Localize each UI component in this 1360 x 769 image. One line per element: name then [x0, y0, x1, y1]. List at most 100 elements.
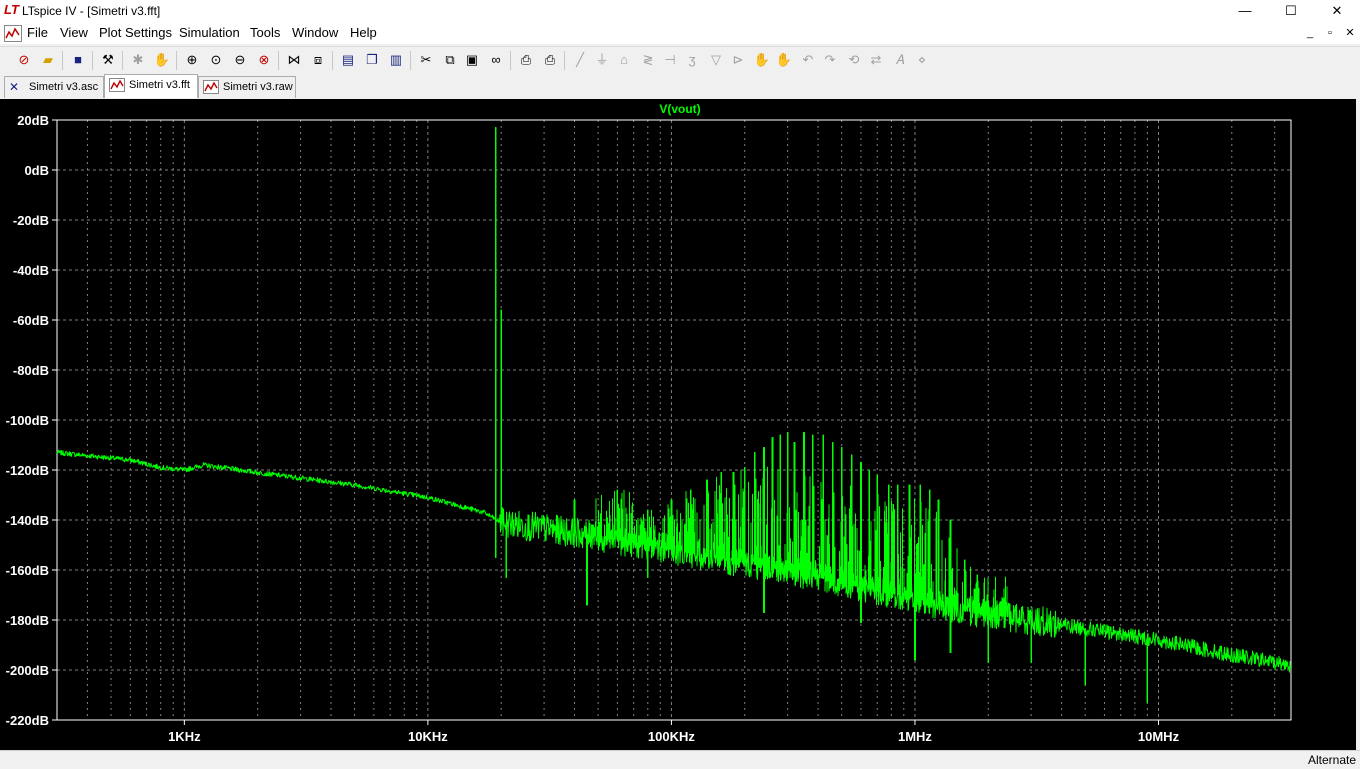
status-bar: Alternate: [0, 750, 1360, 769]
open-folder-icon[interactable]: ▰: [38, 51, 58, 69]
cascade-windows-icon[interactable]: ❐: [362, 51, 382, 69]
window-title: LTspice IV - [Simetri v3.fft]: [22, 4, 161, 18]
menu-view[interactable]: View: [60, 25, 88, 40]
menu-file[interactable]: File: [27, 25, 48, 40]
zoom-full-icon[interactable]: ⧈: [308, 51, 328, 69]
move-hand-icon[interactable]: ✋: [752, 51, 772, 69]
y-tick-label[interactable]: -180dB: [6, 613, 49, 628]
tile-vertical-icon[interactable]: ▥: [386, 51, 406, 69]
toolbar-separator: [176, 51, 177, 70]
diode-icon[interactable]: ▽: [706, 51, 726, 69]
plot-frame: [56, 119, 1292, 721]
y-tick-label[interactable]: -160dB: [6, 563, 49, 578]
y-tick-label[interactable]: -220dB: [6, 713, 49, 728]
y-tick-label[interactable]: -200dB: [6, 663, 49, 678]
trace-label-vout[interactable]: V(vout): [0, 102, 1360, 116]
ground-icon[interactable]: ⏚: [592, 51, 612, 69]
x-tick-label[interactable]: 100KHz: [648, 729, 695, 744]
y-tick-label[interactable]: -140dB: [6, 513, 49, 528]
toolbar-separator: [122, 51, 123, 70]
minimize-button[interactable]: —: [1222, 0, 1268, 22]
tab-simetri-fft[interactable]: Simetri v3.fft: [104, 74, 198, 98]
tab-label: Simetri v3.asc: [29, 81, 99, 93]
x-tick-label[interactable]: 10KHz: [408, 729, 448, 744]
menu-simulation[interactable]: Simulation: [179, 25, 240, 40]
toolbar-separator: [410, 51, 411, 70]
status-mode: Alternate: [1307, 753, 1356, 767]
menu-bar: File View Plot Settings Simulation Tools…: [0, 22, 1360, 44]
tile-horizontal-icon[interactable]: ▤: [338, 51, 358, 69]
x-tick-label[interactable]: 10MHz: [1138, 729, 1180, 744]
capacitor-icon[interactable]: ⊣: [660, 51, 680, 69]
undo-icon[interactable]: ↶: [798, 51, 818, 69]
toolbar-separator: [510, 51, 511, 70]
menu-plot-settings[interactable]: Plot Settings: [99, 25, 172, 40]
component-icon[interactable]: ⊳: [728, 51, 748, 69]
paste-icon[interactable]: ▣: [462, 51, 482, 69]
redo-icon[interactable]: ↷: [820, 51, 840, 69]
tab-label: Simetri v3.fft: [129, 79, 190, 91]
spice-directive-icon[interactable]: ⋄: [912, 51, 932, 69]
x-tick-label[interactable]: 1KHz: [168, 729, 201, 744]
copy-icon[interactable]: ⧉: [440, 51, 460, 69]
tab-simetri-raw[interactable]: Simetri v3.raw: [198, 76, 296, 98]
y-tick-label[interactable]: -80dB: [13, 363, 49, 378]
close-button[interactable]: ✕: [1314, 0, 1360, 22]
find-binoculars-icon[interactable]: ∞: [486, 51, 506, 69]
draw-wire-icon[interactable]: ╱: [570, 51, 590, 69]
y-tick-label[interactable]: -120dB: [6, 463, 49, 478]
grid: [57, 120, 1291, 720]
right-edge: [1356, 99, 1360, 750]
text-icon[interactable]: 𝐴: [890, 51, 910, 69]
y-tick-label[interactable]: 0dB: [24, 163, 49, 178]
mdi-close-button[interactable]: ✕: [1342, 26, 1358, 40]
zoom-in-icon[interactable]: ⊕: [182, 51, 202, 69]
menu-help[interactable]: Help: [350, 25, 377, 40]
save-icon[interactable]: ■: [68, 51, 88, 69]
halt-hand-icon[interactable]: ✋: [152, 51, 172, 69]
new-schematic-icon[interactable]: ⊘: [14, 51, 34, 69]
schematic-icon: ✕: [9, 80, 20, 94]
y-tick-label[interactable]: -40dB: [13, 263, 49, 278]
waveform-icon: [109, 78, 125, 92]
print-icon[interactable]: ⎙: [540, 51, 560, 69]
fft-chart[interactable]: 20dB0dB-20dB-40dB-60dB-80dB-100dB-120dB-…: [0, 99, 1356, 750]
rotate-icon[interactable]: ⟲: [844, 51, 864, 69]
y-tick-label[interactable]: -100dB: [6, 413, 49, 428]
zoom-cancel-icon[interactable]: ⊗: [254, 51, 274, 69]
y-axis[interactable]: 20dB0dB-20dB-40dB-60dB-80dB-100dB-120dB-…: [6, 113, 57, 728]
toolbar-separator: [62, 51, 63, 70]
mdi-restore-button[interactable]: ▫: [1322, 26, 1338, 40]
waveform-document-icon[interactable]: [4, 25, 22, 42]
autorange-icon[interactable]: ⋈: [284, 51, 304, 69]
resistor-icon[interactable]: ≷: [638, 51, 658, 69]
toolbar-separator: [92, 51, 93, 70]
drag-hand-icon[interactable]: ✋: [774, 51, 794, 69]
toolbar-separator: [564, 51, 565, 70]
control-panel-hammer-icon[interactable]: ⚒: [98, 51, 118, 69]
y-tick-label[interactable]: -60dB: [13, 313, 49, 328]
tab-simetri-asc[interactable]: ✕ Simetri v3.asc: [4, 76, 104, 98]
waveform-icon: [203, 80, 219, 94]
label-net-icon[interactable]: ⌂: [614, 51, 634, 69]
inductor-icon[interactable]: ʒ: [682, 51, 702, 69]
waveform-plot[interactable]: V(vout) 20dB 0dB -20dB -40dB -60dB -80dB -100d…: [0, 99, 1356, 750]
menu-tools[interactable]: Tools: [250, 25, 280, 40]
maximize-button[interactable]: ☐: [1268, 0, 1314, 22]
menu-window[interactable]: Window: [292, 25, 338, 40]
series-vout-line: [56, 127, 1292, 703]
toolbar: ⊘ ▰ ■ ⚒ ✱ ✋ ⊕ ⊙ ⊖ ⊗ ⋈ ⧈ ▤ ❐ ▥ ✂ ⧉ ▣ ∞ ⎙ …: [0, 46, 1360, 75]
run-icon[interactable]: ✱: [128, 51, 148, 69]
mirror-icon[interactable]: ⇄: [866, 51, 886, 69]
pan-icon[interactable]: ⊙: [206, 51, 226, 69]
y-tick-label[interactable]: -20dB: [13, 213, 49, 228]
print-preview-icon[interactable]: ⎙: [516, 51, 536, 69]
zoom-out-icon[interactable]: ⊖: [230, 51, 250, 69]
document-tabs: ✕ Simetri v3.asc Simetri v3.fft Simetri …: [0, 74, 1360, 98]
tab-label: Simetri v3.raw: [223, 81, 293, 93]
mdi-minimize-button[interactable]: _: [1302, 26, 1318, 40]
x-tick-label[interactable]: 1MHz: [898, 729, 932, 744]
x-axis[interactable]: 1KHz 10KHz 100KHz 1MHz 10MHz: [168, 720, 1180, 744]
title-bar: LT LTspice IV - [Simetri v3.fft] — ☐ ✕: [0, 0, 1360, 22]
cut-icon[interactable]: ✂: [416, 51, 436, 69]
